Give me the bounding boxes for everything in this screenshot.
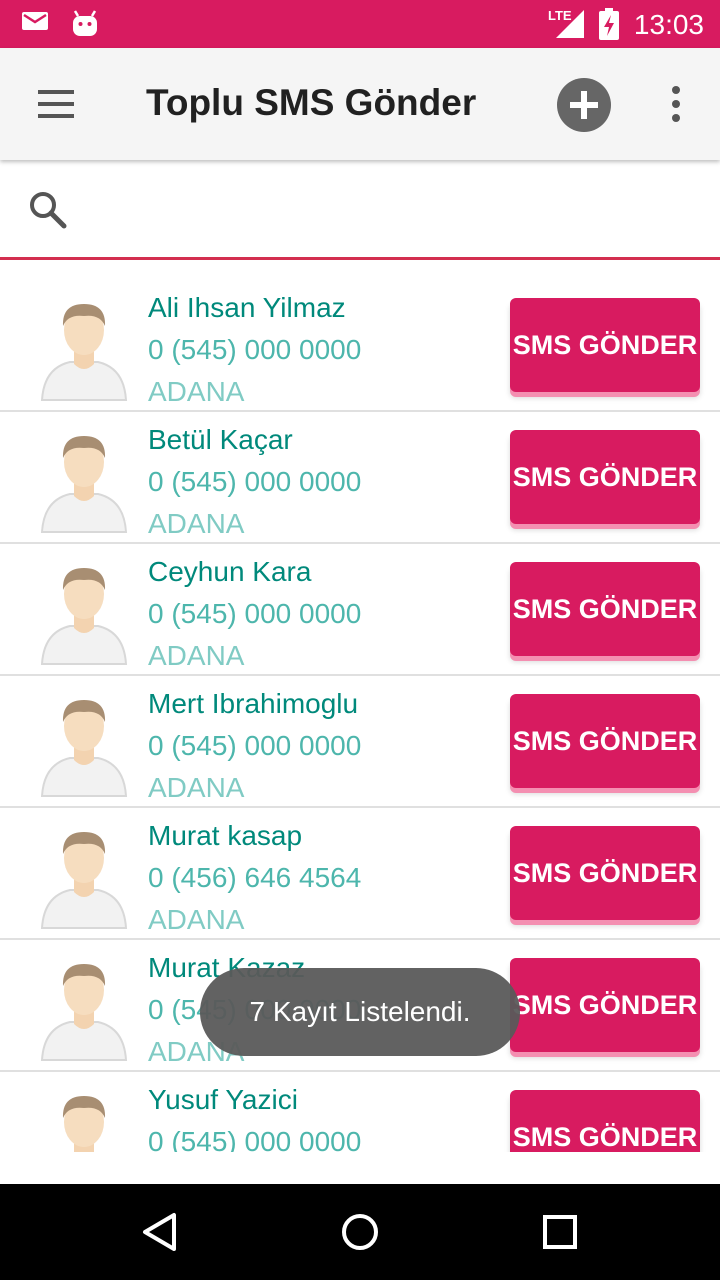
- back-icon[interactable]: [140, 1212, 180, 1252]
- send-sms-button[interactable]: SMS GÖNDER: [510, 958, 700, 1052]
- search-input[interactable]: [86, 184, 686, 234]
- send-sms-button[interactable]: SMS GÖNDER: [510, 1090, 700, 1152]
- avatar-icon: [40, 304, 128, 401]
- contact-phone: 0 (545) 000 0000: [148, 466, 362, 497]
- send-sms-button[interactable]: SMS GÖNDER: [510, 298, 700, 392]
- send-sms-button[interactable]: SMS GÖNDER: [510, 562, 700, 656]
- avatar-icon: [40, 832, 128, 929]
- contact-name: Mert Ibrahimoglu: [148, 688, 359, 719]
- contact-phone: 0 (545) 000 0000: [148, 1126, 362, 1152]
- contact-name: Ceyhun Kara: [148, 556, 312, 587]
- page-title: Toplu SMS Gönder: [146, 82, 477, 123]
- contact-city: ADANA: [148, 772, 245, 803]
- status-bar: LTE 13:03: [0, 0, 720, 48]
- contact-city: ADANA: [148, 640, 245, 671]
- contact-city: ADANA: [148, 376, 245, 407]
- send-sms-button[interactable]: SMS GÖNDER: [510, 430, 700, 524]
- overflow-menu-icon[interactable]: [664, 84, 688, 124]
- battery-charging-icon: [599, 8, 619, 40]
- contact-name: Yusuf Yazici: [148, 1084, 298, 1115]
- list-item: Betül Kaçar 0 (545) 000 0000 ADANA SMS G…: [0, 412, 720, 544]
- avatar-icon: [40, 436, 128, 533]
- list-item: Mert Ibrahimoglu 0 (545) 000 0000 ADANA …: [0, 676, 720, 808]
- contact-phone: 0 (545) 000 0000: [148, 730, 362, 761]
- avatar-icon: [40, 700, 128, 797]
- send-sms-button[interactable]: SMS GÖNDER: [510, 826, 700, 920]
- contact-phone: 0 (456) 646 4564: [148, 862, 362, 893]
- search-bar: [0, 160, 720, 260]
- list-item: Yusuf Yazici 0 (545) 000 0000 ADANA SMS …: [0, 1072, 720, 1152]
- list-item: Ceyhun Kara 0 (545) 000 0000 ADANA SMS G…: [0, 544, 720, 676]
- contact-phone: 0 (545) 000 0000: [148, 598, 362, 629]
- list-item: Ali Ihsan Yilmaz 0 (545) 000 0000 ADANA …: [0, 280, 720, 412]
- lte-signal-icon: LTE: [548, 8, 586, 40]
- contact-city: ADANA: [148, 508, 245, 539]
- avatar-icon: [40, 568, 128, 665]
- navigation-bar: [0, 1184, 720, 1280]
- recent-apps-icon[interactable]: [540, 1212, 580, 1252]
- avatar-icon: [40, 964, 128, 1061]
- contact-name: Betül Kaçar: [148, 424, 293, 455]
- menu-icon[interactable]: [34, 86, 78, 122]
- home-icon[interactable]: [340, 1212, 380, 1252]
- add-circle-icon[interactable]: [557, 78, 611, 132]
- toast-message: 7 Kayıt Listelendi.: [200, 968, 520, 1056]
- clock: 13:03: [633, 9, 704, 40]
- mail-icon: [22, 12, 48, 30]
- app-bar: Toplu SMS Gönder: [0, 48, 720, 160]
- contact-city: ADANA: [148, 904, 245, 935]
- network-label: LTE: [548, 8, 572, 23]
- list-item: Murat kasap 0 (456) 646 4564 ADANA SMS G…: [0, 808, 720, 940]
- avatar-icon: [62, 1096, 106, 1152]
- android-icon: [73, 10, 97, 36]
- contact-name: Ali Ihsan Yilmaz: [148, 292, 346, 323]
- contact-phone: 0 (545) 000 0000: [148, 334, 362, 365]
- send-sms-button[interactable]: SMS GÖNDER: [510, 694, 700, 788]
- search-icon: [30, 192, 67, 229]
- contact-name: Murat kasap: [148, 820, 303, 851]
